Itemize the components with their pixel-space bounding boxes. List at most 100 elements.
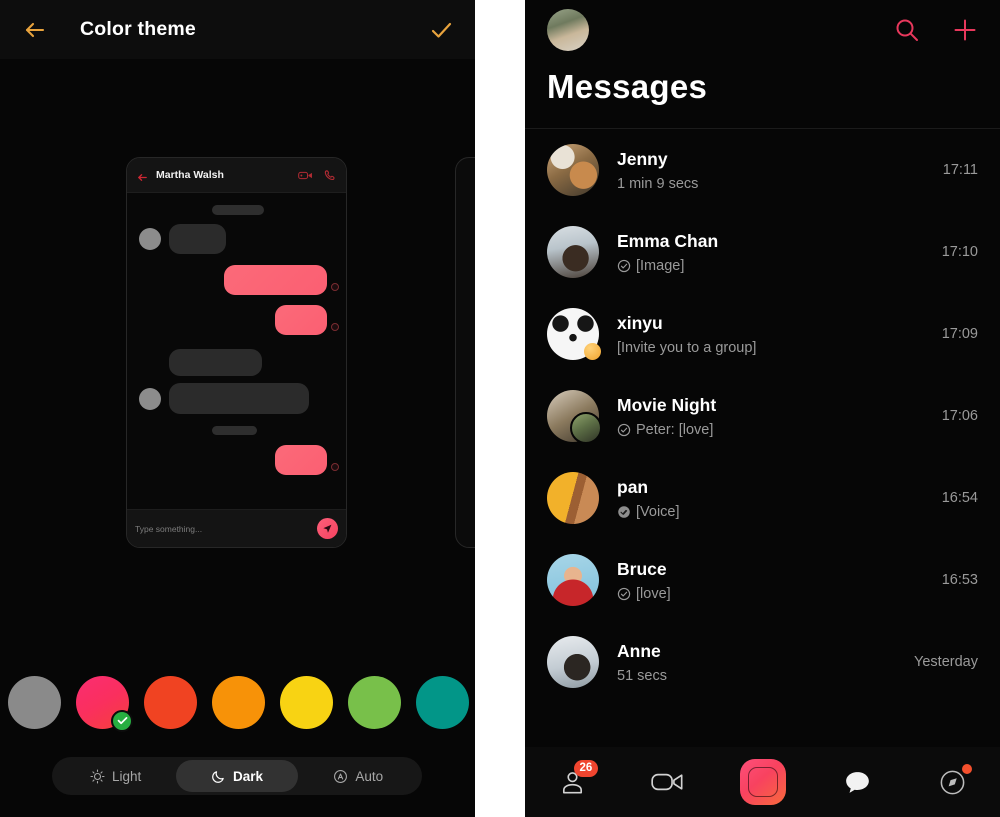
preview-text: [love] <box>636 585 671 602</box>
group-badge-icon <box>584 343 601 360</box>
theme-preview-card[interactable]: Martha Walsh Type something... <box>126 157 347 548</box>
auto-circle-a-icon <box>333 769 348 784</box>
conversation-text: Bruce [love] <box>617 559 932 602</box>
theme-mode-light[interactable]: Light <box>55 760 176 792</box>
avatar[interactable] <box>547 390 602 444</box>
phone-icon <box>324 169 336 181</box>
color-swatch-grey[interactable] <box>8 675 61 729</box>
theme-mode-dark[interactable]: Dark <box>176 760 298 792</box>
theme-preview-card-next[interactable] <box>455 157 475 548</box>
check-circle-outline-icon <box>617 423 631 437</box>
list-item[interactable]: Jenny 1 min 9 secs 17:11 <box>525 129 1000 211</box>
preview-header-actions <box>298 169 336 181</box>
moon-icon <box>211 769 226 784</box>
search-icon[interactable] <box>894 17 920 43</box>
color-swatch-teal[interactable] <box>416 675 469 729</box>
preview-outgoing-bubble <box>275 305 327 335</box>
preview-chat-body <box>127 193 346 511</box>
color-theme-screen: Color theme Martha Walsh Type something.… <box>0 0 475 817</box>
list-item[interactable]: Emma Chan [Image] 17:10 <box>525 211 1000 293</box>
avatar[interactable] <box>547 636 599 688</box>
preview-text: 51 secs <box>617 667 667 684</box>
color-swatch-orange[interactable] <box>212 675 265 729</box>
nav-item-video[interactable] <box>620 747 715 817</box>
theme-mode-auto-label: Auto <box>355 768 384 784</box>
preview-text: [Image] <box>636 257 685 274</box>
preview-status-tick <box>331 463 339 471</box>
conversation-list: Jenny 1 min 9 secs 17:11 Emma Chan [Imag… <box>525 129 1000 703</box>
list-item[interactable]: Anne 51 secs Yesterday <box>525 621 1000 703</box>
color-swatch-pink[interactable] <box>76 675 133 732</box>
color-swatch-row[interactable] <box>0 666 475 738</box>
checkmark-icon[interactable] <box>429 18 453 42</box>
preview-incoming-bubble <box>169 349 262 376</box>
preview-text: Peter: [love] <box>636 421 714 438</box>
avatar[interactable] <box>547 472 599 524</box>
preview-status-tick <box>331 323 339 331</box>
capture-button-icon[interactable] <box>739 759 786 805</box>
conversation-text: Anne 51 secs <box>617 641 904 684</box>
video-camera-icon <box>298 170 313 181</box>
back-arrow-icon <box>137 170 148 181</box>
conversation-text: Movie Night Peter: [love] <box>617 395 932 438</box>
color-swatch-green[interactable] <box>348 675 401 729</box>
messages-topbar-actions <box>894 17 978 43</box>
preview-message-input[interactable]: Type something... <box>127 509 346 547</box>
theme-mode-auto[interactable]: Auto <box>298 760 419 792</box>
preview-text: 1 min 9 secs <box>617 175 699 192</box>
check-circle-icon <box>111 709 133 732</box>
preview-timestamp-placeholder <box>212 205 264 215</box>
plus-icon[interactable] <box>952 17 978 43</box>
bottom-navigation: 26 <box>525 747 1000 817</box>
back-arrow-icon[interactable] <box>22 17 48 43</box>
avatar-secondary <box>570 412 602 444</box>
timestamp: 16:53 <box>941 572 978 588</box>
nav-item-discover[interactable] <box>905 747 1000 817</box>
list-item[interactable]: Movie Night Peter: [love] 17:06 <box>525 375 1000 457</box>
theme-mode-light-label: Light <box>112 768 142 784</box>
message-preview: [Image] <box>617 258 932 274</box>
list-item[interactable]: xinyu [Invite you to a group] 17:09 <box>525 293 1000 375</box>
conversation-text: pan [Voice] <box>617 477 932 520</box>
theme-preview-carousel[interactable]: Martha Walsh Type something... <box>0 59 475 659</box>
avatar[interactable] <box>547 308 601 360</box>
page-title: Messages <box>547 68 708 105</box>
dual-screenshot-container: Color theme Martha Walsh Type something.… <box>0 0 1000 817</box>
conversation-text: xinyu [Invite you to a group] <box>617 313 932 356</box>
messages-topbar <box>525 0 1000 60</box>
send-icon[interactable] <box>317 518 338 539</box>
color-swatch-red-orange[interactable] <box>144 675 197 729</box>
avatar[interactable] <box>547 144 599 196</box>
nav-item-capture[interactable] <box>715 747 810 817</box>
preview-incoming-bubble <box>169 224 226 254</box>
panel-divider <box>475 0 525 817</box>
nav-item-chats[interactable] <box>810 747 905 817</box>
check-circle-outline-icon <box>617 587 631 601</box>
contact-name: Jenny <box>617 148 668 169</box>
list-item[interactable]: Bruce [love] 16:53 <box>525 539 1000 621</box>
avatar[interactable] <box>547 554 599 606</box>
chat-bubble-icon <box>844 770 871 795</box>
notification-dot <box>961 764 972 774</box>
preview-chat-header: Martha Walsh <box>127 158 346 193</box>
avatar[interactable] <box>547 9 589 51</box>
avatar[interactable] <box>547 226 599 278</box>
color-swatch-yellow[interactable] <box>280 675 333 729</box>
message-preview: 1 min 9 secs <box>617 176 933 192</box>
conversation-text: Emma Chan [Image] <box>617 231 932 274</box>
timestamp: Yesterday <box>914 654 978 670</box>
message-preview: [Voice] <box>617 504 932 520</box>
contact-name: Movie Night <box>617 394 717 415</box>
preview-text: [Invite you to a group] <box>617 339 757 356</box>
preview-status-tick <box>331 283 339 291</box>
message-preview: 51 secs <box>617 668 904 684</box>
conversation-text: Jenny 1 min 9 secs <box>617 149 933 192</box>
message-preview: [love] <box>617 586 932 602</box>
color-theme-header: Color theme <box>0 0 475 59</box>
badge-count: 26 <box>573 760 599 778</box>
theme-mode-toggle[interactable]: Light Dark Auto <box>52 757 422 795</box>
list-item[interactable]: pan [Voice] 16:54 <box>525 457 1000 539</box>
nav-item-contacts[interactable]: 26 <box>525 747 620 817</box>
contact-name: xinyu <box>617 312 663 333</box>
contact-name: Bruce <box>617 558 667 579</box>
